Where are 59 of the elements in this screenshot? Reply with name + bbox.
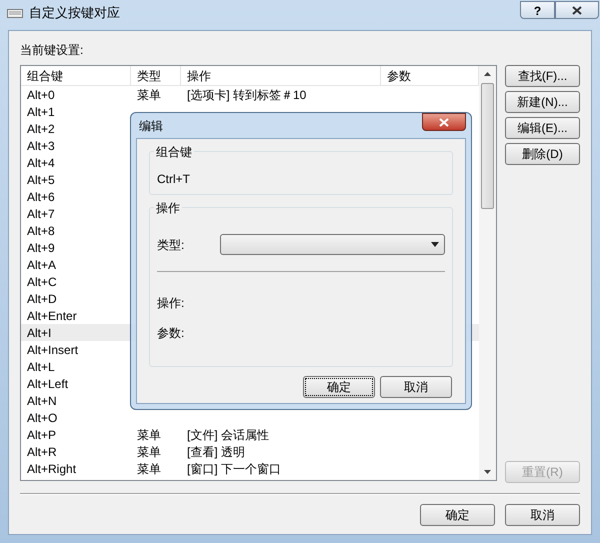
scroll-thumb[interactable]	[481, 83, 494, 209]
dialog-title: 编辑	[139, 118, 163, 134]
table-cell-text: Alt+Right	[26, 460, 78, 478]
table-cell-text: Alt+L	[26, 358, 56, 376]
table-cell-text: Alt+1	[26, 104, 56, 120]
table-cell-text: Alt+O	[26, 410, 58, 426]
table-cell-text: Alt+6	[26, 188, 56, 206]
key-value: Ctrl+T	[157, 172, 190, 186]
table-row[interactable]: Alt+0 菜单 [选项卡] 转到标签＃10	[21, 86, 479, 103]
table-cell-text: Alt+N	[26, 392, 58, 410]
group-title: 操作	[154, 199, 182, 217]
dialog-button[interactable]: 编辑(E)...	[505, 117, 580, 139]
scrollbar[interactable]	[479, 66, 496, 480]
table-cell-text: [查看] 透明	[186, 444, 246, 460]
table-cell-text: 菜单	[136, 444, 162, 460]
table-cell-text: [选项卡] 转到标签＃10	[186, 86, 308, 104]
column-header[interactable]: 操作	[181, 66, 381, 85]
column-header[interactable]: 类型	[131, 66, 181, 85]
list-label: 当前键设置:	[20, 42, 84, 59]
close-button[interactable]	[555, 1, 599, 19]
table-cell-text: 菜单	[136, 460, 162, 478]
table-cell-text: 菜单	[136, 86, 162, 104]
table-cell-text: Alt+8	[26, 222, 56, 240]
group-title: 组合键	[154, 143, 194, 161]
action-label: 操作:	[157, 295, 186, 312]
type-dropdown[interactable]	[220, 234, 445, 255]
close-button[interactable]	[422, 113, 466, 131]
window-title: 自定义按键对应	[29, 4, 120, 22]
table-row[interactable]: Alt+P 菜单 [文件] 会话属性	[21, 426, 479, 443]
close-icon	[572, 6, 582, 14]
dialog-button[interactable]: 取消	[380, 376, 452, 398]
table-cell-text: Alt+P	[26, 426, 58, 444]
dialog-button[interactable]: 查找(F)...	[505, 65, 580, 87]
dialog-button[interactable]: 确定	[420, 504, 495, 526]
table-cell-text: Alt+0	[26, 86, 56, 104]
table-cell-text: Alt+A	[26, 256, 58, 274]
table-cell-text: [窗口] 下一个窗口	[186, 460, 282, 478]
column-header[interactable]: 组合键	[21, 66, 131, 85]
table-cell-text: [文件] 会话属性	[186, 426, 270, 444]
table-cell-text: Alt+I	[26, 324, 52, 342]
table-cell-text: Alt+Enter	[26, 308, 78, 324]
table-row[interactable]: Alt+O	[21, 409, 479, 426]
table-row[interactable]: Alt+R 菜单 [查看] 透明	[21, 443, 479, 460]
param-label: 参数:	[157, 325, 186, 342]
help-button[interactable]: ?	[520, 1, 555, 19]
table-cell-text: Alt+4	[26, 154, 56, 172]
table-cell-text: Alt+Insert	[26, 342, 80, 358]
table-cell-text: Alt+C	[26, 274, 58, 290]
table-row[interactable]: Alt+Right 菜单 [窗口] 下一个窗口	[21, 460, 479, 477]
dialog-button[interactable]: 新建(N)...	[505, 91, 580, 113]
table-cell-text: 菜单	[136, 426, 162, 444]
dialog-button[interactable]: 删除(D)	[505, 143, 580, 165]
table-cell-text: Alt+R	[26, 444, 58, 460]
type-label: 类型:	[157, 236, 186, 254]
dialog-button[interactable]: 取消	[505, 504, 580, 526]
dropdown-arrow-icon	[431, 242, 439, 247]
close-icon	[439, 118, 449, 126]
keyboard-icon	[7, 7, 23, 19]
dialog-button[interactable]: 确定	[303, 376, 375, 398]
